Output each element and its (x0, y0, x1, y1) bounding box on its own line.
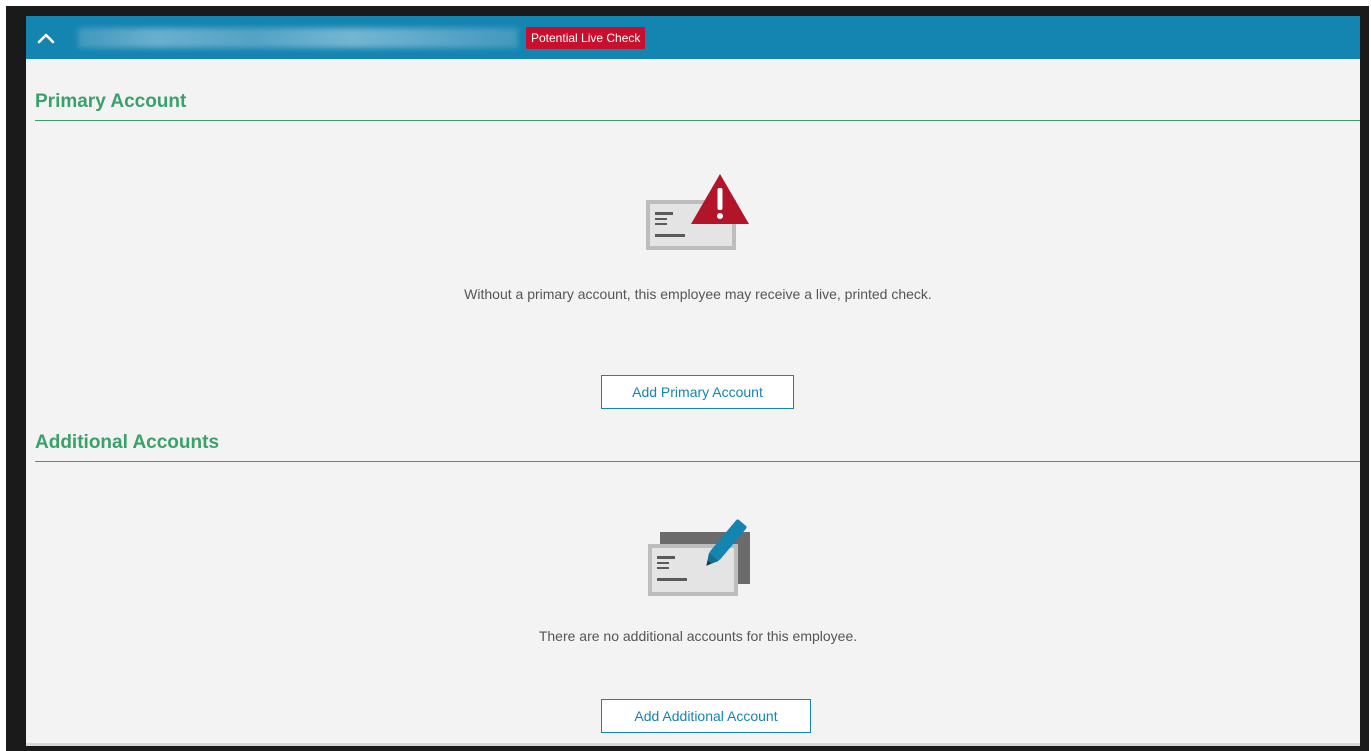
check-warning-icon (646, 174, 749, 250)
panel-bottom-divider (26, 743, 1360, 746)
additional-accounts-title: Additional Accounts (35, 432, 220, 453)
potential-live-check-badge: Potential Live Check (526, 27, 646, 49)
collapse-button[interactable] (32, 24, 60, 52)
employee-header-bar: Potential Live Check (26, 16, 1360, 59)
add-additional-account-button[interactable]: Add Additional Account (601, 699, 811, 733)
employee-name-redacted (78, 28, 518, 48)
accounts-panel: Potential Live Check Primary Account Wit… (26, 16, 1360, 746)
checks-edit-icon (648, 519, 750, 596)
additional-accounts-divider (35, 461, 1360, 462)
primary-account-empty-message: Without a primary account, this employee… (464, 286, 932, 302)
primary-account-title: Primary Account (35, 91, 187, 112)
add-primary-account-button[interactable]: Add Primary Account (601, 375, 794, 409)
primary-account-divider (35, 120, 1360, 121)
chevron-up-icon (37, 33, 55, 44)
additional-accounts-empty-message: There are no additional accounts for thi… (538, 628, 858, 644)
